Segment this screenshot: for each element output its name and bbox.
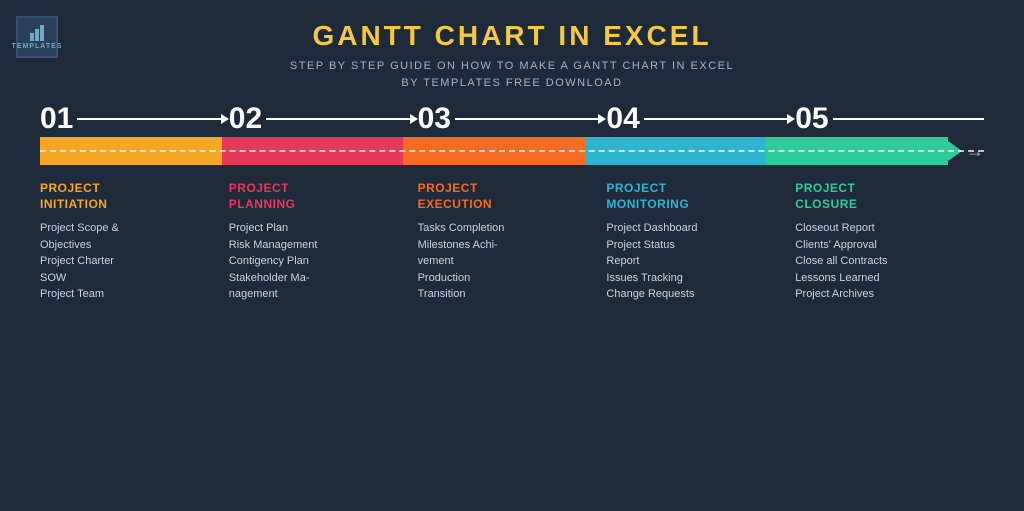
logo-bar-3 — [40, 25, 44, 41]
phase-item: Project Charter — [40, 253, 219, 270]
phase-title-3: PROJECTEXECUTION — [418, 181, 597, 212]
phase-item: Milestones Achi-vement — [418, 237, 597, 270]
step-number-4: 04 — [606, 104, 639, 134]
phase-item: SOW — [40, 270, 219, 287]
bar-arrow-end — [948, 141, 962, 161]
phase-title-4: PROJECTMONITORING — [606, 181, 785, 212]
step-col-2: 02 — [229, 103, 418, 137]
bar-segment-5 — [766, 137, 948, 165]
main-title: GANTT CHART IN EXCEL — [40, 20, 984, 52]
step-number-row-4: 04 — [606, 103, 795, 135]
bar-segment-3 — [403, 137, 585, 165]
phase-item: ProductionTransition — [418, 270, 597, 303]
header: GANTT CHART IN EXCEL STEP BY STEP GUIDE … — [40, 20, 984, 91]
phase-item: Closeout Report — [795, 220, 974, 237]
subtitle-line1: STEP BY STEP GUIDE ON HOW TO MAKE A GANT… — [290, 60, 734, 72]
phase-items-4: Project Dashboard Project StatusReport I… — [606, 220, 785, 303]
phase-item: Clients' Approval — [795, 237, 974, 254]
step-arrow-head-2 — [410, 114, 418, 124]
phase-item: Project StatusReport — [606, 237, 785, 270]
phase-col-5: PROJECTCLOSURE Closeout Report Clients' … — [795, 181, 984, 491]
step-arrow-line-1 — [77, 118, 220, 120]
phase-item: Stakeholder Ma-nagement — [229, 270, 408, 303]
step-number-row-1: 01 — [40, 103, 229, 135]
subtitle: STEP BY STEP GUIDE ON HOW TO MAKE A GANT… — [40, 58, 984, 91]
step-arrow-line-2 — [266, 118, 409, 120]
step-col-3: 03 — [418, 103, 607, 137]
phase-col-1: PROJECTINITIATION Project Scope &Objecti… — [40, 181, 229, 491]
content-row: PROJECTINITIATION Project Scope &Objecti… — [40, 181, 984, 491]
phase-items-5: Closeout Report Clients' Approval Close … — [795, 220, 974, 303]
step-number-3: 03 — [418, 104, 451, 134]
phase-item: Close all Contracts — [795, 253, 974, 270]
step-arrow-4 — [644, 114, 795, 124]
phase-items-2: Project Plan Risk Management Contigency … — [229, 220, 408, 303]
step-col-5: 05 — [795, 103, 984, 137]
step-arrow-2 — [266, 114, 417, 124]
logo: TEMPLATES — [16, 16, 58, 58]
step-number-1: 01 — [40, 104, 73, 134]
phase-item: Risk Management — [229, 237, 408, 254]
step-arrow-line-4 — [644, 118, 787, 120]
step-arrow-line-3 — [455, 118, 598, 120]
step-number-5: 05 — [795, 104, 828, 134]
step-number-row-5: 05 — [795, 103, 984, 135]
step-arrow-1 — [77, 114, 228, 124]
steps-row: 01 02 — [40, 103, 984, 137]
timeline-bar-row: → — [40, 137, 984, 165]
logo-bar-1 — [30, 33, 34, 41]
logo-icon — [30, 25, 44, 41]
phase-item: Project Team — [40, 286, 219, 303]
phase-item: Project Plan — [229, 220, 408, 237]
phase-item: Project Archives — [795, 286, 974, 303]
phase-item: Project Dashboard — [606, 220, 785, 237]
final-arrow-icon: → — [966, 141, 984, 162]
phase-item: Issues Tracking — [606, 270, 785, 287]
step-col-4: 04 — [606, 103, 795, 137]
logo-text: TEMPLATES — [12, 43, 63, 50]
step-col-1: 01 — [40, 103, 229, 137]
phase-title-5: PROJECTCLOSURE — [795, 181, 974, 212]
phase-item: Project Scope &Objectives — [40, 220, 219, 253]
phase-items-3: Tasks Completion Milestones Achi-vement … — [418, 220, 597, 303]
step-arrow-5 — [833, 118, 984, 120]
phase-title-2: PROJECTPLANNING — [229, 181, 408, 212]
phase-col-2: PROJECTPLANNING Project Plan Risk Manage… — [229, 181, 418, 491]
bar-segment-1 — [40, 137, 222, 165]
main-container: GANTT CHART IN EXCEL STEP BY STEP GUIDE … — [0, 0, 1024, 511]
phase-items-1: Project Scope &Objectives Project Charte… — [40, 220, 219, 303]
step-arrow-head-4 — [787, 114, 795, 124]
bar-segment-2 — [222, 137, 404, 165]
timeline-area: 01 02 — [40, 103, 984, 491]
phase-item: Change Requests — [606, 286, 785, 303]
subtitle-line2: BY TEMPLATES FREE DOWNLOAD — [401, 77, 622, 89]
step-arrow-head-3 — [598, 114, 606, 124]
phase-col-4: PROJECTMONITORING Project Dashboard Proj… — [606, 181, 795, 491]
phase-col-3: PROJECTEXECUTION Tasks Completion Milest… — [418, 181, 607, 491]
phase-item: Lessons Learned — [795, 270, 974, 287]
logo-bar-2 — [35, 29, 39, 41]
step-arrow-head-1 — [221, 114, 229, 124]
step-arrow-line-5 — [833, 118, 984, 120]
step-number-2: 02 — [229, 104, 262, 134]
phase-item: Tasks Completion — [418, 220, 597, 237]
step-number-row-2: 02 — [229, 103, 418, 135]
step-arrow-3 — [455, 114, 606, 124]
bar-segment-4 — [585, 137, 767, 165]
phase-title-1: PROJECTINITIATION — [40, 181, 219, 212]
step-number-row-3: 03 — [418, 103, 607, 135]
phase-item: Contigency Plan — [229, 253, 408, 270]
